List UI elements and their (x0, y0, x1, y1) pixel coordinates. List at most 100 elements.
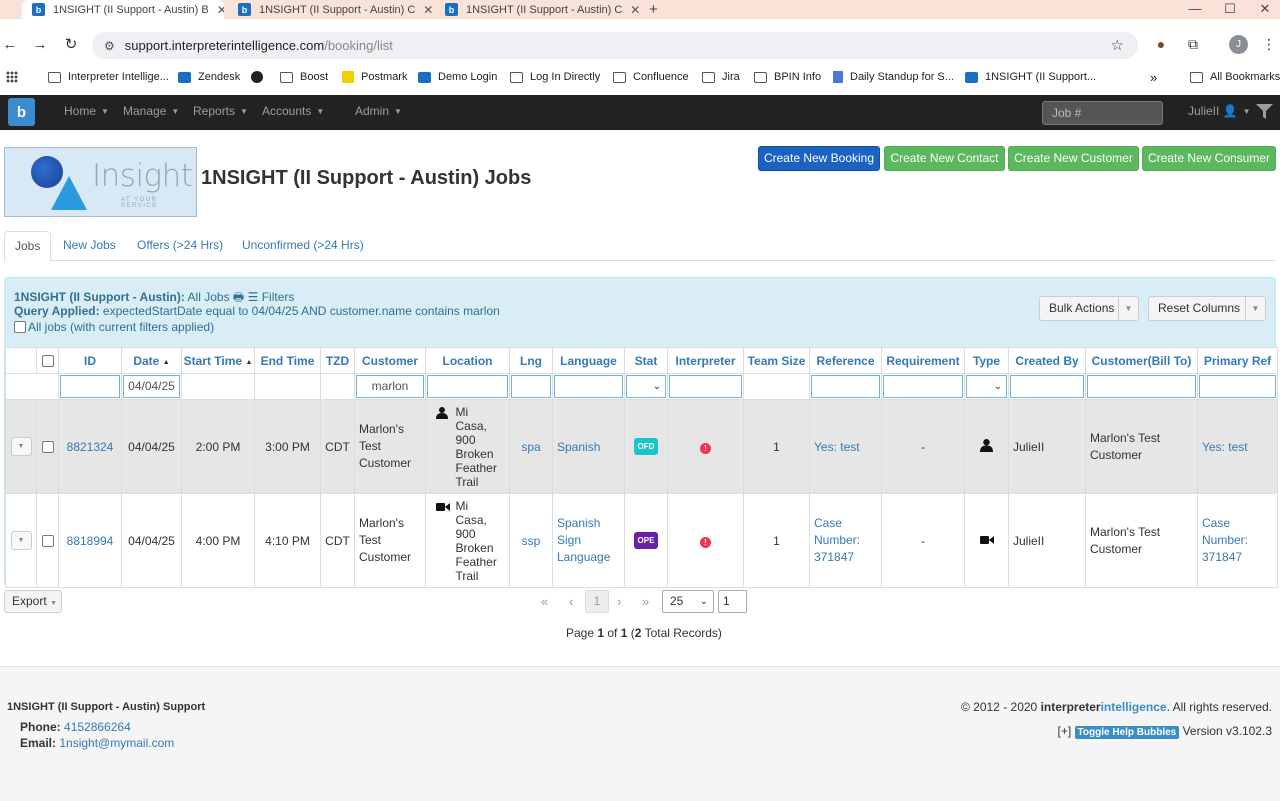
job-lng-link[interactable]: ssp (522, 534, 541, 548)
job-reference-link[interactable]: Yes: test (814, 440, 860, 454)
select-all-checkbox-cell[interactable] (36, 347, 59, 374)
extension-icon[interactable]: ● (1151, 36, 1171, 52)
table-row[interactable]: ▼ 8818994 04/04/25 4:00 PM 4:10 PM CDT M… (5, 493, 1278, 588)
language-filter-input[interactable] (554, 375, 623, 398)
nav-accounts[interactable]: Accounts ▼ (262, 95, 324, 130)
bookmark-item[interactable]: Postmark (342, 67, 407, 87)
bookmark-item[interactable] (251, 67, 270, 87)
prev-page-icon[interactable]: ‹ (569, 590, 573, 613)
close-icon[interactable]: ✕ (217, 3, 224, 17)
nav-reports[interactable]: Reports ▼ (193, 95, 248, 130)
col-date[interactable]: Date ▲ (121, 347, 182, 374)
customer-filter-input[interactable]: marlon (356, 375, 424, 398)
col-interpreter[interactable]: Interpreter (667, 347, 744, 374)
col-created-by[interactable]: Created By (1008, 347, 1086, 374)
date-filter-input[interactable]: 04/04/25 (123, 375, 180, 398)
reference-filter-input[interactable] (811, 375, 880, 398)
col-type[interactable]: Type (964, 347, 1009, 374)
requirement-filter-input[interactable] (883, 375, 963, 398)
bookmark-item[interactable]: BPIN Info (754, 67, 821, 87)
col-requirement[interactable]: Requirement (881, 347, 965, 374)
stat-filter-select[interactable]: ⌄ (626, 375, 666, 398)
job-primary-ref-link[interactable]: Yes: test (1202, 440, 1248, 454)
create-new-contact-button[interactable]: Create New Contact (884, 146, 1005, 171)
browser-tab[interactable]: b 1NSIGHT (II Support - Austin) C ✕ (238, 0, 434, 19)
filters-link[interactable]: ☰ Filters (248, 290, 295, 304)
first-page-icon[interactable]: « (541, 590, 548, 613)
all-jobs-checkbox[interactable] (14, 321, 26, 333)
bookmark-item[interactable]: Confluence (613, 67, 689, 87)
col-team-size[interactable]: Team Size (743, 347, 810, 374)
bookmark-item[interactable]: Daily Standup for S... (833, 67, 954, 87)
site-settings-icon[interactable]: ⚙ (104, 39, 115, 53)
browser-menu-icon[interactable]: ⋮ (1259, 36, 1279, 53)
id-filter-input[interactable] (60, 375, 120, 398)
extensions-puzzle-icon[interactable]: ⧉ (1183, 36, 1203, 53)
warning-icon[interactable]: ! (700, 536, 711, 548)
reset-columns-button[interactable]: Reset Columns ▼ (1148, 296, 1266, 321)
apps-grid-icon[interactable] (6, 67, 25, 87)
nav-manage[interactable]: Manage ▼ (123, 95, 179, 130)
bookmark-item[interactable]: Log In Directly (510, 67, 600, 87)
create-new-consumer-button[interactable]: Create New Consumer (1142, 146, 1276, 171)
email-link[interactable]: 1nsight@mymail.com (59, 736, 174, 750)
col-language[interactable]: Language (552, 347, 625, 374)
more-bookmarks-icon[interactable]: » (1150, 67, 1157, 87)
browser-tab[interactable]: b 1NSIGHT (II Support - Austin) C ✕ (445, 0, 641, 19)
create-new-booking-button[interactable]: Create New Booking (758, 146, 880, 171)
bookmark-item[interactable]: Jira (702, 67, 740, 87)
bookmark-item[interactable]: Boost (280, 67, 328, 87)
job-reference-link[interactable]: Case Number: 371847 (814, 516, 860, 564)
app-logo[interactable]: b (8, 98, 35, 126)
bookmark-star-icon[interactable]: ☆ (1111, 36, 1124, 54)
created-by-filter-input[interactable] (1010, 375, 1084, 398)
export-button[interactable]: Export ▼ (4, 590, 62, 613)
tab-jobs[interactable]: Jobs (4, 231, 52, 262)
job-id-link[interactable]: 8818994 (67, 534, 114, 548)
job-language-link[interactable]: Spanish (557, 440, 600, 454)
last-page-icon[interactable]: » (642, 590, 649, 613)
caret-down-icon[interactable]: ▼ (1118, 297, 1138, 320)
col-primary-ref[interactable]: Primary Ref (1197, 347, 1278, 374)
col-location[interactable]: Location (425, 347, 510, 374)
all-bookmarks[interactable]: All Bookmarks (1190, 67, 1280, 87)
col-lng[interactable]: Lng (509, 347, 553, 374)
nav-home[interactable]: Home ▼ (64, 95, 109, 130)
back-icon[interactable]: ← (0, 37, 20, 53)
row-actions-button[interactable]: ▼ (10, 531, 32, 550)
profile-avatar[interactable]: J (1229, 35, 1248, 54)
next-page-icon[interactable]: › (617, 590, 621, 613)
row-actions-button[interactable]: ▼ (10, 437, 32, 456)
tab-new-jobs[interactable]: New Jobs (53, 231, 126, 262)
phone-link[interactable]: 4152866264 (64, 720, 131, 734)
job-number-search-input[interactable]: Job # (1042, 101, 1163, 125)
interpreter-filter-input[interactable] (669, 375, 742, 398)
select-all-checkbox[interactable] (41, 355, 54, 368)
close-icon[interactable]: ✕ (630, 3, 640, 17)
col-tzd[interactable]: TZD (320, 347, 355, 374)
col-customer-bill-to[interactable]: Customer(Bill To) (1085, 347, 1198, 374)
current-page[interactable]: 1 (585, 590, 609, 613)
print-icon[interactable]: 🖶 (233, 290, 244, 304)
user-menu[interactable]: JulieII 👤 ▼ (1188, 95, 1251, 128)
job-lng-link[interactable]: spa (521, 440, 540, 454)
browser-tab-active[interactable]: b 1NSIGHT (II Support - Austin) B ✕ (22, 0, 224, 19)
page-jump-input[interactable]: 1 (718, 590, 747, 613)
page-size-select[interactable]: 25 ⌄ (662, 590, 714, 613)
col-reference[interactable]: Reference (809, 347, 882, 374)
col-customer[interactable]: Customer (354, 347, 426, 374)
col-id[interactable]: ID (58, 347, 122, 374)
warning-icon[interactable]: ! (700, 442, 711, 454)
new-tab-button[interactable]: + (649, 0, 665, 19)
col-start-time[interactable]: Start Time ▲ (181, 347, 255, 374)
bill-to-filter-input[interactable] (1087, 375, 1196, 398)
job-primary-ref-link[interactable]: Case Number: 371847 (1202, 516, 1248, 564)
col-end-time[interactable]: End Time (254, 347, 321, 374)
bookmark-item[interactable]: Interpreter Intellige... (48, 67, 169, 87)
address-bar[interactable]: ⚙ support.interpreterintelligence.com/bo… (92, 32, 1138, 59)
tab-offers[interactable]: Offers (>24 Hrs) (127, 231, 233, 262)
all-jobs-option[interactable]: All jobs (with current filters applied) (14, 320, 214, 334)
bookmark-item[interactable]: 1NSIGHT (II Support... (965, 67, 1096, 87)
forward-icon[interactable]: → (30, 37, 50, 53)
maximize-icon[interactable]: ☐ (1220, 0, 1240, 17)
